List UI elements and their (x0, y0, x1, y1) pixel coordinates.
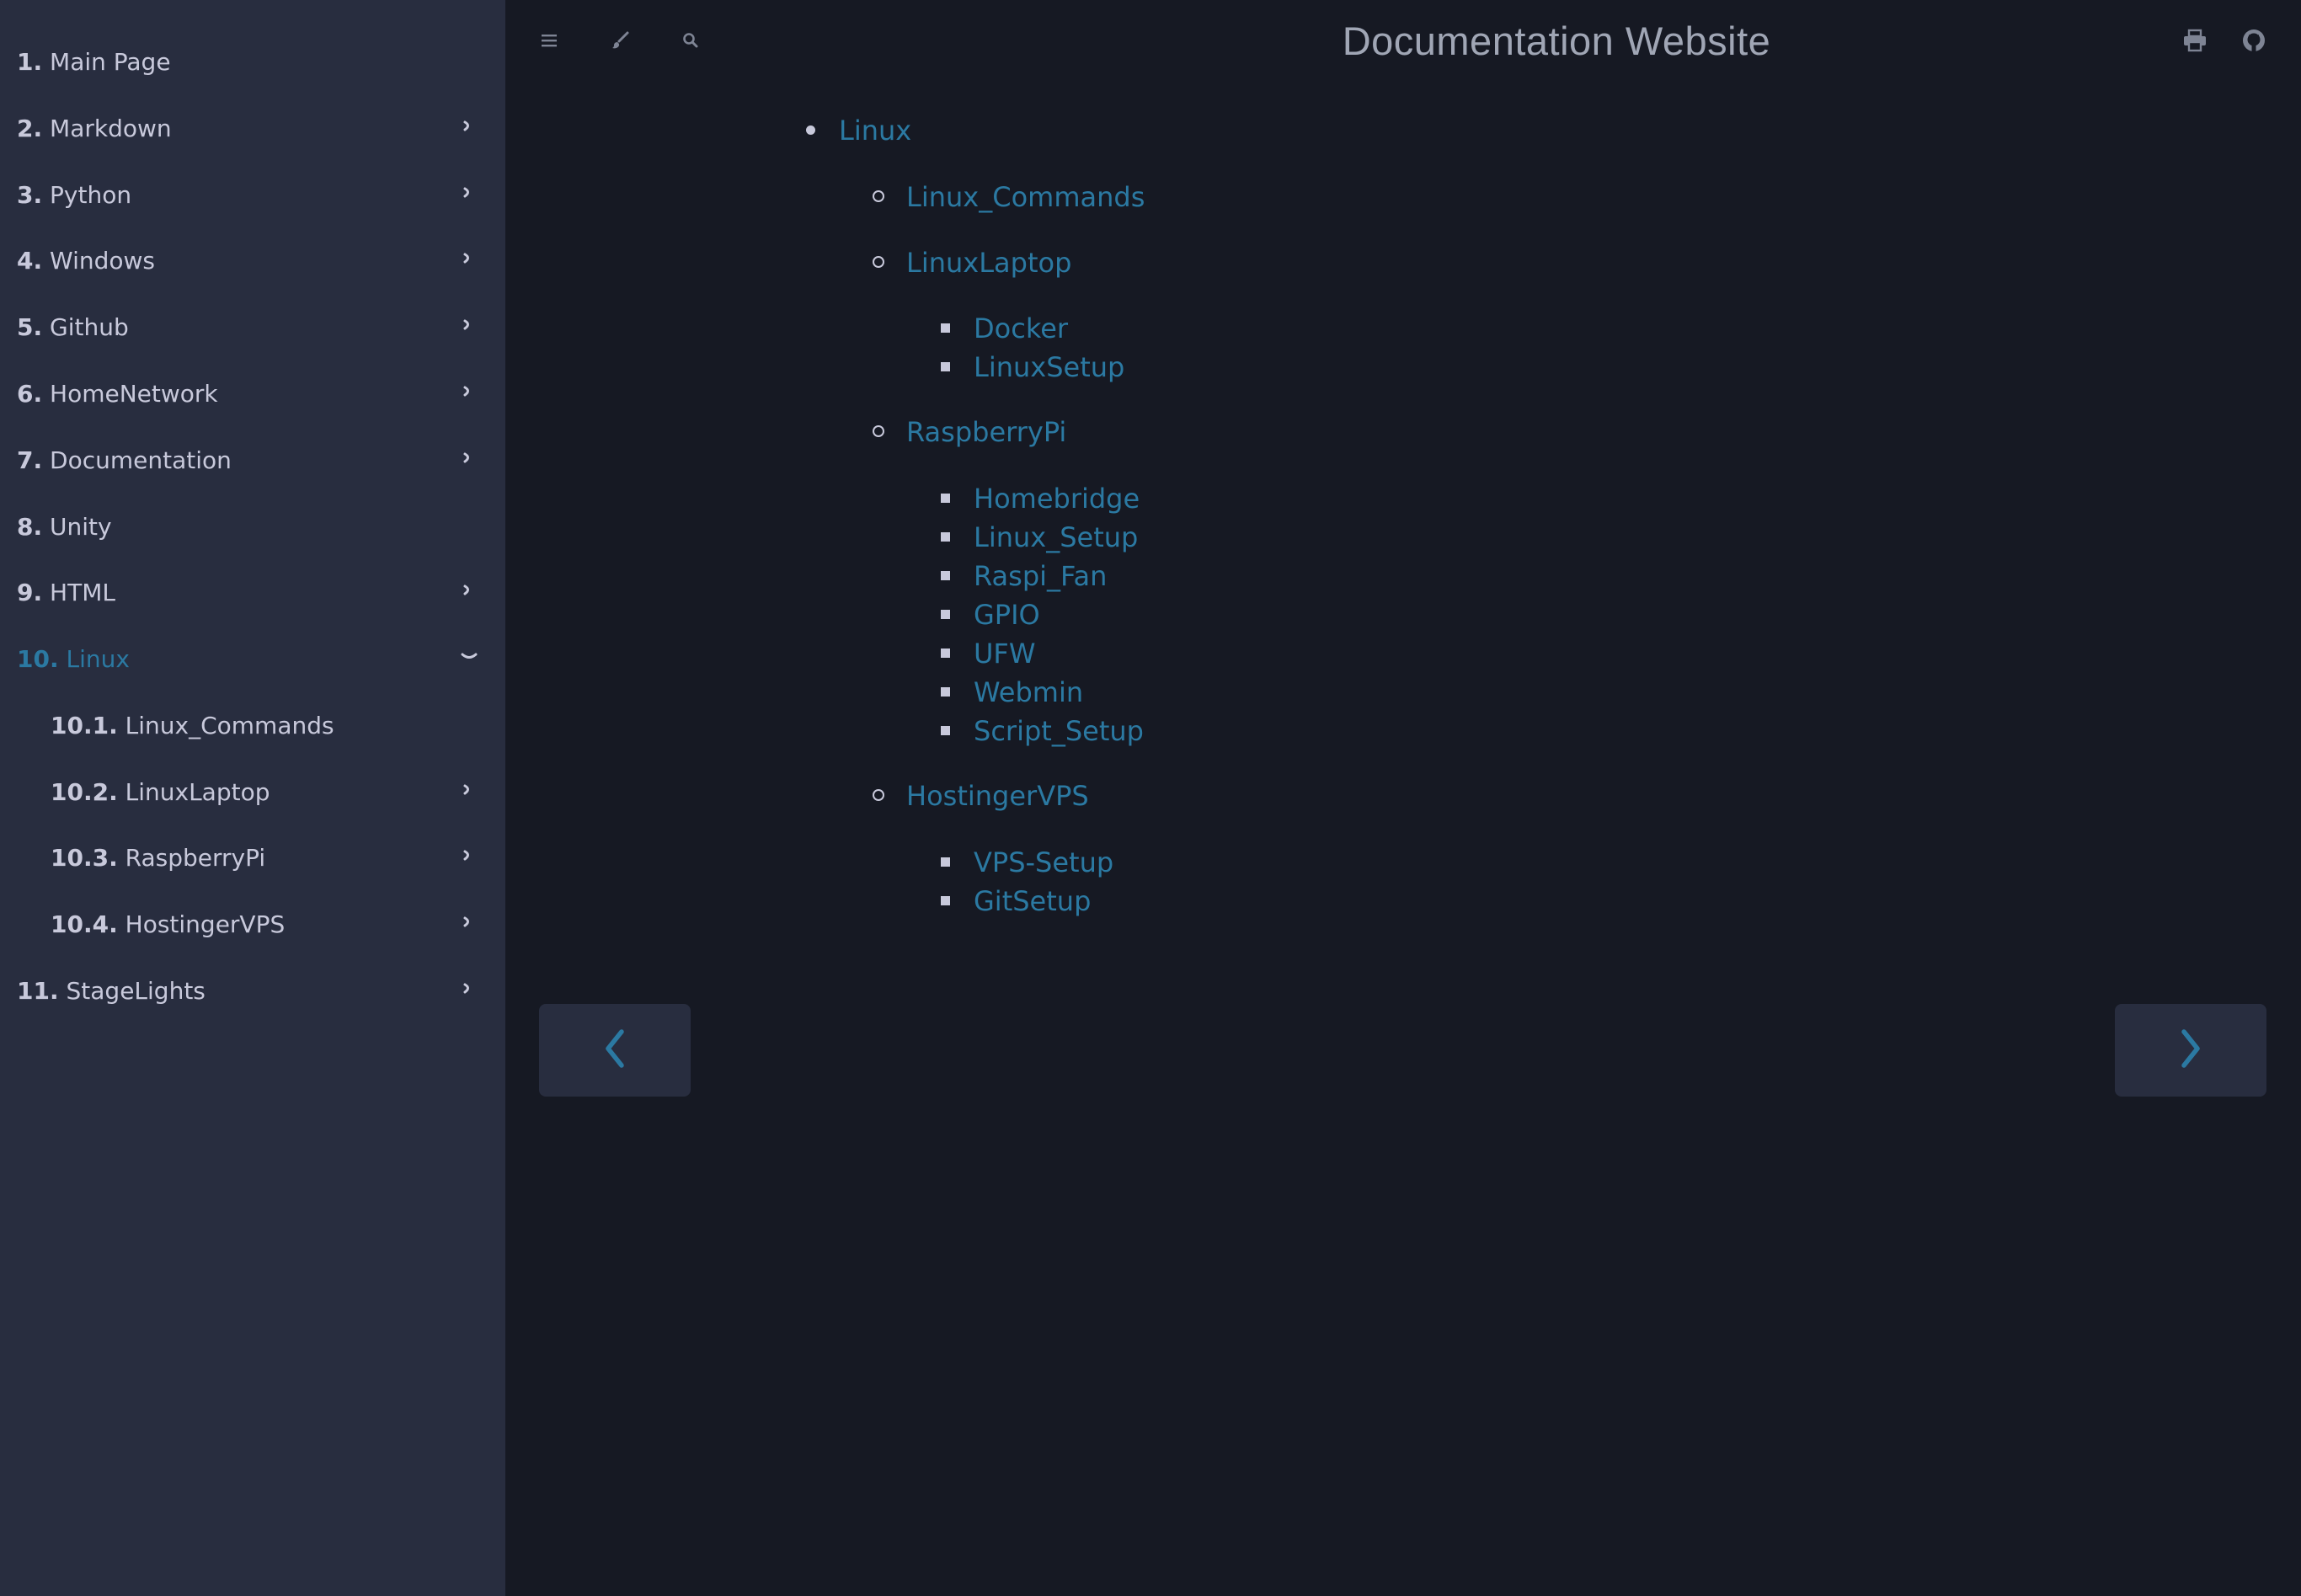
chevron-right-icon[interactable] (461, 435, 474, 486)
sidebar-item-number: 10.3. (51, 844, 118, 872)
list-bullet (941, 532, 950, 542)
sidebar-item-number: 7. (17, 446, 43, 474)
toc-link-docker[interactable]: Docker (974, 310, 1068, 347)
list-bullet (941, 649, 950, 658)
toc-link-linux[interactable]: Linux (839, 112, 911, 149)
sidebar: 1. Main Page 2. Markdown 3. Python 4. Wi… (0, 0, 505, 1596)
sidebar-item-label: RaspberryPi (125, 844, 266, 872)
toc-link-hostingervps[interactable]: HostingerVPS (906, 777, 1089, 814)
list-bullet (873, 425, 884, 437)
chevron-right-icon (2176, 1027, 2206, 1074)
sidebar-item-number: 5. (17, 313, 43, 341)
sidebar-item-number: 4. (17, 247, 43, 275)
list-bullet (806, 125, 815, 135)
sidebar-item-documentation[interactable]: 7. Documentation (0, 435, 505, 486)
sidebar-item-number: 10.2. (51, 778, 118, 806)
sidebar-item-raspberrypi[interactable]: 10.3. RaspberryPi (0, 833, 505, 883)
sidebar-item-number: 2. (17, 115, 43, 142)
sidebar-item-label: HTML (50, 579, 115, 606)
list-bullet (873, 190, 884, 202)
toc-link-ufw[interactable]: UFW (974, 635, 1035, 672)
sidebar-item-python[interactable]: 3. Python (0, 170, 505, 221)
toc-link-linux-commands[interactable]: Linux_Commands (906, 179, 1145, 216)
sidebar-item-label: HomeNetwork (50, 380, 218, 408)
list-bullet (941, 494, 950, 503)
sidebar-item-label: Main Page (50, 48, 171, 76)
list-bullet (941, 362, 950, 371)
list-bullet (941, 610, 950, 619)
sidebar-item-label: Github (50, 313, 129, 341)
list-bullet (941, 726, 950, 735)
toc-link-raspi-fan[interactable]: Raspi_Fan (974, 558, 1107, 595)
sidebar-item-number: 11. (17, 977, 59, 1005)
sidebar-item-number: 8. (17, 513, 43, 541)
sidebar-item-label: Documentation (50, 446, 232, 474)
sidebar-item-label: Linux (66, 645, 130, 673)
chevron-right-icon[interactable] (461, 767, 474, 818)
chevron-right-icon[interactable] (461, 236, 474, 286)
sidebar-item-linux-commands[interactable]: 10.1. Linux_Commands (0, 701, 505, 751)
chevron-right-icon[interactable] (461, 899, 474, 950)
toc-link-linuxsetup[interactable]: LinuxSetup (974, 349, 1124, 386)
list-bullet (873, 256, 884, 268)
sidebar-item-linuxlaptop[interactable]: 10.2. LinuxLaptop (0, 767, 505, 818)
list-bullet (941, 323, 950, 333)
sidebar-item-label: Windows (50, 247, 156, 275)
toc-link-gpio[interactable]: GPIO (974, 596, 1040, 633)
toc-link-gitsetup[interactable]: GitSetup (974, 883, 1091, 920)
toc-link-vps-setup[interactable]: VPS-Setup (974, 844, 1113, 881)
sidebar-item-hostingervps[interactable]: 10.4. HostingerVPS (0, 899, 505, 950)
toc-link-raspberrypi[interactable]: RaspberryPi (906, 414, 1066, 451)
sidebar-item-number: 10.1. (51, 712, 118, 739)
list-bullet (941, 571, 950, 580)
chevron-right-icon[interactable] (461, 104, 474, 154)
sidebar-item-github[interactable]: 5. Github (0, 302, 505, 353)
sidebar-item-stagelights[interactable]: 11. StageLights (0, 966, 505, 1017)
chevron-right-icon[interactable] (461, 966, 474, 1017)
chevron-right-icon[interactable] (461, 369, 474, 419)
chevron-right-icon[interactable] (461, 833, 474, 883)
sidebar-item-number: 10.4. (51, 910, 118, 938)
sidebar-item-main-page[interactable]: 1. Main Page (0, 37, 505, 88)
previous-page-button[interactable] (539, 1004, 691, 1097)
next-page-button[interactable] (2115, 1004, 2266, 1097)
list-bullet (941, 687, 950, 697)
toc-link-script-setup[interactable]: Script_Setup (974, 713, 1144, 750)
sidebar-item-label: Linux_Commands (125, 712, 334, 739)
sidebar-item-homenetwork[interactable]: 6. HomeNetwork (0, 369, 505, 419)
sidebar-item-number: 1. (17, 48, 43, 76)
sidebar-item-label: Unity (50, 513, 112, 541)
sidebar-item-number: 6. (17, 380, 43, 408)
sidebar-item-label: StageLights (66, 977, 206, 1005)
list-bullet (873, 789, 884, 801)
list-bullet (941, 896, 950, 905)
chevron-left-icon (600, 1027, 630, 1074)
sidebar-item-unity[interactable]: 8. Unity (0, 502, 505, 552)
chevron-right-icon[interactable] (461, 568, 474, 618)
sidebar-item-number: 10. (17, 645, 59, 673)
toc-link-linuxlaptop[interactable]: LinuxLaptop (906, 244, 1071, 281)
chevron-right-icon[interactable] (461, 302, 474, 353)
sidebar-item-label: Markdown (50, 115, 172, 142)
list-bullet (941, 857, 950, 867)
sidebar-item-linux[interactable]: 10. Linux (0, 634, 505, 685)
chevron-right-icon[interactable] (461, 170, 474, 221)
chevron-down-icon[interactable] (461, 634, 478, 685)
sidebar-item-html[interactable]: 9. HTML (0, 568, 505, 618)
sidebar-item-markdown[interactable]: 2. Markdown (0, 104, 505, 154)
sidebar-item-label: LinuxLaptop (125, 778, 270, 806)
sidebar-item-label: Python (50, 181, 132, 209)
sidebar-item-number: 3. (17, 181, 43, 209)
table-of-contents: Linux Linux_Commands LinuxLaptop Docker … (505, 0, 2301, 1596)
sidebar-item-windows[interactable]: 4. Windows (0, 236, 505, 286)
toc-link-linux-setup[interactable]: Linux_Setup (974, 519, 1138, 556)
toc-link-homebridge[interactable]: Homebridge (974, 480, 1140, 517)
toc-link-webmin[interactable]: Webmin (974, 674, 1083, 711)
main-content: Documentation Website Linux Linux_Comman… (505, 0, 2301, 1596)
sidebar-item-number: 9. (17, 579, 43, 606)
sidebar-item-label: HostingerVPS (125, 910, 286, 938)
